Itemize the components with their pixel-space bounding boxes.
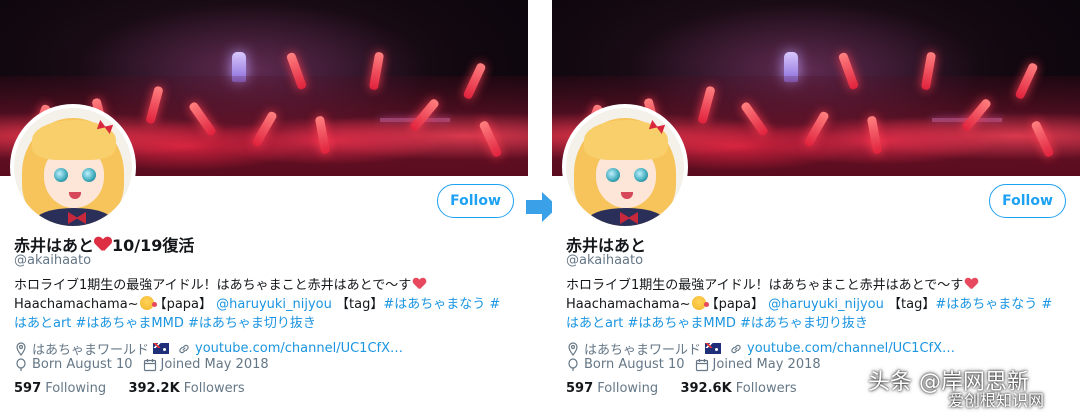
follow-button[interactable]: Follow bbox=[989, 184, 1066, 218]
profile-website-link[interactable]: youtube.com/channel/UC1CfX… bbox=[195, 341, 403, 356]
location-pin-icon bbox=[568, 341, 578, 356]
bio-line-1: ホロライブ1期生の最強アイドル！はあちゃまこと赤井はあとで〜す bbox=[566, 278, 964, 293]
watermark-sub: 爱创根知识网 bbox=[948, 391, 1045, 410]
bio-hashtags-link[interactable]: はあとart #はあちゃまMMD #はあちゃま切り抜き bbox=[566, 316, 868, 331]
followers-count[interactable]: 392.2K bbox=[128, 381, 179, 396]
profile-avatar[interactable] bbox=[10, 104, 136, 230]
bio-hashtag-link[interactable]: #はあちゃまなう # bbox=[383, 297, 500, 312]
profile-meta-row-2: Born August 10 Joined May 2018 bbox=[566, 357, 821, 372]
profile-handle: @akaihaato bbox=[566, 253, 644, 268]
bio-mention-link[interactable]: @haruyuki_nijyou bbox=[216, 297, 332, 312]
profile-handle: @akaihaato bbox=[14, 253, 92, 268]
followers-label[interactable]: Followers bbox=[184, 381, 245, 396]
profile-panel-before: Follow 赤井はあと 10/19復活 @akaihaato ホロライブ1期生… bbox=[0, 0, 528, 413]
profile-avatar[interactable] bbox=[562, 104, 688, 230]
profile-bio: ホロライブ1期生の最強アイドル！はあちゃまこと赤井はあとで〜す Haachama… bbox=[566, 276, 1074, 333]
sparkling-heart-icon bbox=[965, 278, 978, 290]
bio-hashtags-link[interactable]: はあとart #はあちゃまMMD #はあちゃま切り抜き bbox=[14, 316, 316, 331]
balloon-icon bbox=[568, 357, 578, 371]
bio-tag: 【tag】 bbox=[336, 297, 384, 312]
profile-location: はあちゃまワールド bbox=[32, 343, 150, 358]
bio-haachama: Haachamachama~ bbox=[14, 297, 139, 312]
following-label[interactable]: Following bbox=[45, 381, 106, 396]
profile-stats: 597 Following 392.2K Followers bbox=[14, 381, 245, 396]
balloon-icon bbox=[16, 357, 26, 371]
kissing-face-icon bbox=[691, 296, 709, 310]
link-icon bbox=[179, 344, 189, 353]
profile-bio: ホロライブ1期生の最強アイドル！はあちゃまこと赤井はあとで〜す Haachama… bbox=[14, 276, 522, 333]
australia-flag-icon bbox=[705, 343, 722, 354]
profile-born: Born August 10 bbox=[584, 357, 685, 372]
profile-location: はあちゃまワールド bbox=[584, 343, 702, 358]
australia-flag-icon bbox=[153, 343, 170, 354]
profile-name-suffix: 10/19復活 bbox=[112, 236, 195, 255]
profile-meta-row-2: Born August 10 Joined May 2018 bbox=[14, 357, 269, 372]
sparkling-heart-icon bbox=[413, 278, 426, 290]
red-heart-icon bbox=[95, 237, 111, 252]
calendar-icon bbox=[143, 358, 156, 371]
bio-papa: 【papa】 bbox=[153, 297, 213, 312]
kissing-face-icon bbox=[139, 296, 157, 310]
profile-meta-row-1: はあちゃまワールド youtube.com/channel/UC1CfX… bbox=[566, 339, 955, 358]
bio-line-1: ホロライブ1期生の最強アイドル！はあちゃまこと赤井はあとで〜す bbox=[14, 278, 412, 293]
bio-hashtag-link[interactable]: #はあちゃまなう # bbox=[935, 297, 1052, 312]
follow-button[interactable]: Follow bbox=[437, 184, 514, 218]
location-pin-icon bbox=[16, 341, 26, 356]
calendar-icon bbox=[695, 358, 708, 371]
profile-joined: Joined May 2018 bbox=[160, 357, 269, 372]
followers-label[interactable]: Followers bbox=[736, 381, 797, 396]
following-label[interactable]: Following bbox=[597, 381, 658, 396]
bio-tag: 【tag】 bbox=[888, 297, 936, 312]
profile-stats: 597 Following 392.6K Followers bbox=[566, 381, 797, 396]
profile-website-link[interactable]: youtube.com/channel/UC1CfX… bbox=[747, 341, 955, 356]
profile-meta-row-1: はあちゃまワールド youtube.com/channel/UC1CfX… bbox=[14, 339, 403, 358]
bio-haachama: Haachamachama~ bbox=[566, 297, 691, 312]
following-count[interactable]: 597 bbox=[566, 381, 593, 396]
bio-papa: 【papa】 bbox=[705, 297, 765, 312]
link-icon bbox=[731, 344, 741, 353]
profile-panel-after: Follow 赤井はあと @akaihaato ホロライブ1期生の最強アイドル！… bbox=[552, 0, 1080, 413]
profile-joined: Joined May 2018 bbox=[712, 357, 821, 372]
following-count[interactable]: 597 bbox=[14, 381, 41, 396]
profile-born: Born August 10 bbox=[32, 357, 133, 372]
followers-count[interactable]: 392.6K bbox=[680, 381, 731, 396]
watermark: 头条 @岸网思新 爱创根知识网 bbox=[868, 364, 1078, 410]
bio-mention-link[interactable]: @haruyuki_nijyou bbox=[768, 297, 884, 312]
